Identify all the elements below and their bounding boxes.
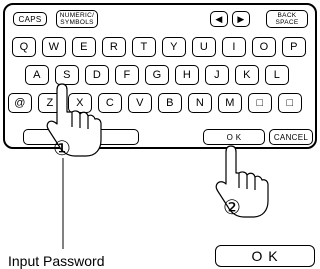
ok-button[interactable]: O K [215,245,315,267]
step-2-marker: ② [223,196,241,219]
step-1-marker: ① [53,137,71,160]
instruction-overlay [46,83,269,249]
